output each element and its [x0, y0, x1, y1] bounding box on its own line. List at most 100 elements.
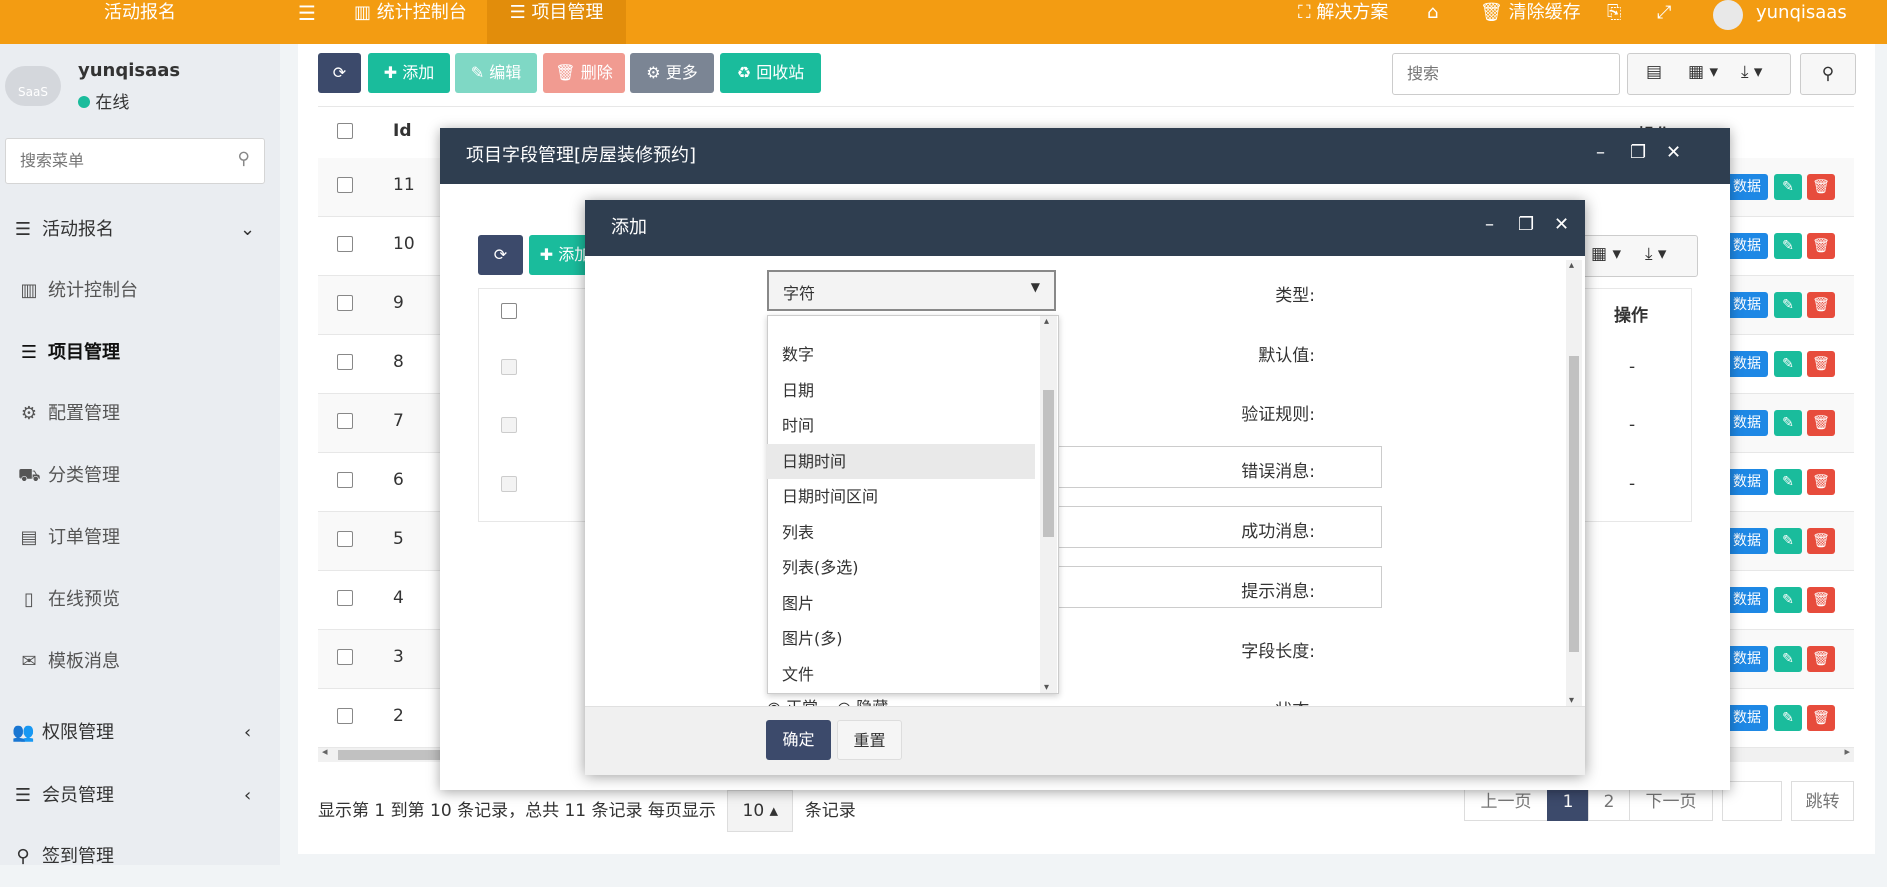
- sidebar-item-members[interactable]: ☰ 会员管理 ‹: [0, 766, 292, 826]
- jump-button[interactable]: 跳转: [1791, 781, 1854, 821]
- tab-projects[interactable]: ☰ 项目管理: [487, 0, 626, 44]
- type-select[interactable]: 字符 ▼: [767, 270, 1056, 311]
- sidebar-item-checkin[interactable]: ⚲ 签到管理: [0, 827, 292, 887]
- row-data-button[interactable]: 数据: [1726, 351, 1768, 377]
- minimize-icon[interactable]: –: [1485, 214, 1494, 235]
- search-icon[interactable]: ⚲: [238, 149, 250, 169]
- scrollbar-thumb[interactable]: [1569, 356, 1579, 652]
- avatar[interactable]: [1713, 0, 1743, 30]
- minimize-icon[interactable]: –: [1596, 142, 1605, 163]
- row-checkbox[interactable]: [337, 590, 353, 606]
- type-option[interactable]: 日期: [767, 373, 1035, 408]
- row-checkbox[interactable]: [337, 649, 353, 665]
- row-delete-button[interactable]: 🗑: [1807, 351, 1835, 377]
- type-option[interactable]: 时间: [767, 408, 1035, 443]
- sidebar-item-dashboard[interactable]: ▥ 统计控制台: [0, 261, 298, 321]
- row-delete-button[interactable]: 🗑: [1807, 587, 1835, 613]
- row-edit-button[interactable]: ✎: [1774, 351, 1802, 377]
- row-edit-button[interactable]: ✎: [1774, 587, 1802, 613]
- row-delete-button[interactable]: 🗑: [1807, 174, 1835, 200]
- row-data-button[interactable]: 数据: [1726, 174, 1768, 200]
- row-delete-button[interactable]: 🗑: [1807, 292, 1835, 318]
- type-option[interactable]: 文件: [767, 657, 1035, 692]
- row-checkbox[interactable]: [337, 531, 353, 547]
- row-edit-button[interactable]: ✎: [1774, 174, 1802, 200]
- row-data-button[interactable]: 数据: [1726, 587, 1768, 613]
- table-search-input[interactable]: [1405, 54, 1609, 92]
- row-delete-button[interactable]: 🗑: [1807, 646, 1835, 672]
- close-icon[interactable]: ✕: [1666, 142, 1681, 163]
- type-option[interactable]: 图片(多): [767, 621, 1035, 656]
- columns-icon[interactable]: ▦ ▾: [1688, 62, 1718, 82]
- inner-refresh-button[interactable]: ⟳: [478, 235, 523, 275]
- row-data-button[interactable]: 数据: [1726, 705, 1768, 731]
- row-data-button[interactable]: 数据: [1726, 292, 1768, 318]
- scroll-left-icon[interactable]: ◂: [322, 745, 328, 758]
- type-option[interactable]: 列表(多选): [767, 550, 1035, 585]
- row-data-button[interactable]: 数据: [1726, 410, 1768, 436]
- maximize-icon[interactable]: ❐: [1630, 142, 1646, 163]
- row-edit-button[interactable]: ✎: [1774, 646, 1802, 672]
- sidebar-toggle-icon[interactable]: ☰: [298, 0, 316, 44]
- scroll-up-icon[interactable]: ▴: [1569, 260, 1574, 271]
- add-button[interactable]: ✚ 添加: [368, 53, 450, 93]
- type-option[interactable]: 数字: [767, 337, 1035, 372]
- close-icon[interactable]: ✕: [1554, 214, 1569, 235]
- row-edit-button[interactable]: ✎: [1774, 528, 1802, 554]
- row-data-button[interactable]: 数据: [1726, 469, 1768, 495]
- refresh-button[interactable]: ⟳: [318, 53, 361, 93]
- row-data-button[interactable]: 数据: [1726, 233, 1768, 259]
- scroll-down-icon[interactable]: ▾: [1569, 695, 1574, 706]
- export-icon[interactable]: ⤓ ▾: [1645, 244, 1666, 264]
- row-checkbox[interactable]: [337, 708, 353, 724]
- sidebar-search-input[interactable]: [18, 139, 222, 181]
- col-header-id[interactable]: Id: [393, 121, 412, 141]
- row-checkbox[interactable]: [337, 236, 353, 252]
- ok-button[interactable]: 确定: [766, 720, 831, 760]
- sidebar-item-projects[interactable]: ☰ 项目管理: [0, 323, 298, 383]
- dropdown-scrollbar[interactable]: ▴ ▾: [1040, 316, 1057, 693]
- jump-page-input[interactable]: [1722, 781, 1782, 821]
- sidebar-item-category[interactable]: ⛟ 分类管理: [0, 446, 298, 506]
- row-edit-button[interactable]: ✎: [1774, 410, 1802, 436]
- sidebar-item-permissions[interactable]: 👥 权限管理 ‹: [0, 703, 292, 763]
- export-icon[interactable]: ⤓ ▾: [1741, 62, 1762, 82]
- type-option[interactable]: 列表: [767, 515, 1035, 550]
- row-edit-button[interactable]: ✎: [1774, 705, 1802, 731]
- page-size-select[interactable]: 10 ▴: [727, 790, 794, 832]
- sidebar-search[interactable]: ⚲: [5, 138, 265, 184]
- row-checkbox[interactable]: [337, 413, 353, 429]
- scrollbar-thumb[interactable]: [1043, 390, 1054, 537]
- sidebar-item-orders[interactable]: ▤ 订单管理: [0, 508, 298, 568]
- row-delete-button[interactable]: 🗑: [1807, 410, 1835, 436]
- sidebar-item-activity[interactable]: ☰ 活动报名 ⌄: [0, 200, 292, 260]
- inner-select-all-checkbox[interactable]: [501, 303, 517, 319]
- row-data-button[interactable]: 数据: [1726, 646, 1768, 672]
- solutions-link[interactable]: ⛶ 解决方案: [1298, 0, 1388, 44]
- type-option[interactable]: 日期时间: [767, 443, 1035, 479]
- scroll-down-icon[interactable]: ▾: [1044, 682, 1049, 693]
- select-all-checkbox[interactable]: [337, 123, 353, 139]
- maximize-icon[interactable]: ❐: [1518, 214, 1534, 235]
- scroll-up-icon[interactable]: ▴: [1044, 316, 1049, 327]
- clear-cache-link[interactable]: 🗑 清除缓存: [1480, 0, 1581, 44]
- row-delete-button[interactable]: 🗑: [1807, 528, 1835, 554]
- row-edit-button[interactable]: ✎: [1774, 233, 1802, 259]
- field-manager-dialog-header[interactable]: 项目字段管理[房屋装修预约]: [440, 128, 1730, 184]
- translate-icon[interactable]: ⎘: [1607, 0, 1621, 44]
- sidebar-item-config[interactable]: ⚙ 配置管理: [0, 384, 298, 444]
- edit-button[interactable]: ✎ 编辑: [455, 53, 537, 93]
- row-edit-button[interactable]: ✎: [1774, 469, 1802, 495]
- row-delete-button[interactable]: 🗑: [1807, 469, 1835, 495]
- table-search[interactable]: [1392, 53, 1620, 95]
- row-checkbox[interactable]: [337, 354, 353, 370]
- row-checkbox[interactable]: [337, 472, 353, 488]
- sidebar-item-templates[interactable]: ✉ 模板消息: [0, 632, 298, 692]
- type-option[interactable]: 日期时间区间: [767, 479, 1035, 514]
- type-option[interactable]: 图片: [767, 586, 1035, 621]
- more-button[interactable]: ⚙ 更多: [630, 53, 714, 93]
- delete-button[interactable]: 🗑 删除: [543, 53, 625, 93]
- row-edit-button[interactable]: ✎: [1774, 292, 1802, 318]
- columns-icon[interactable]: ▦ ▾: [1591, 244, 1621, 264]
- row-data-button[interactable]: 数据: [1726, 528, 1768, 554]
